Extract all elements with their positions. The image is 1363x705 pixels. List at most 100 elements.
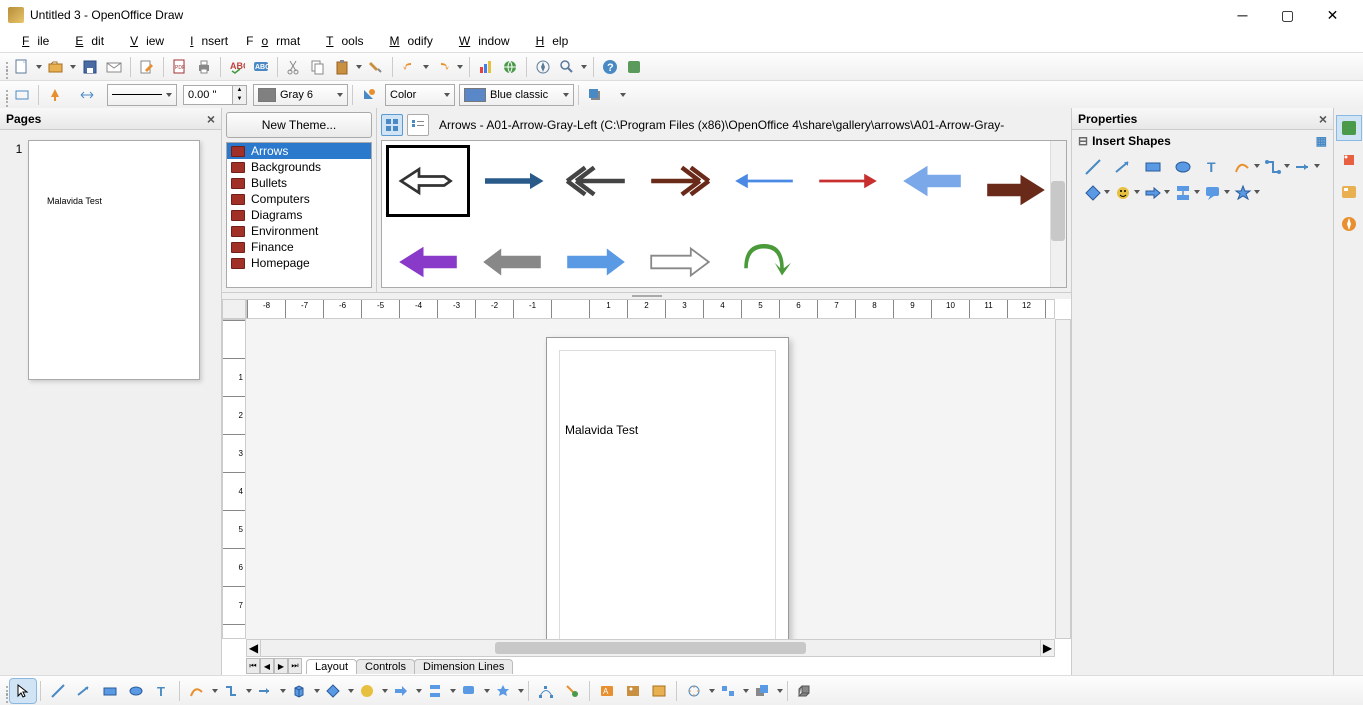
- gallery-item[interactable]: [890, 145, 974, 217]
- 3d-objects-tool[interactable]: [286, 679, 312, 703]
- layer-tab[interactable]: Layout: [306, 659, 357, 674]
- block-arrows-tool[interactable]: [1138, 180, 1168, 206]
- canvas-page[interactable]: Malavida Test: [546, 337, 789, 639]
- help-button[interactable]: ?: [598, 55, 622, 79]
- gallery-item[interactable]: [386, 145, 470, 217]
- align-tool[interactable]: [715, 679, 741, 703]
- chart-button[interactable]: [474, 55, 498, 79]
- theme-item[interactable]: Computers: [227, 191, 371, 207]
- tab-first[interactable]: ⏮: [246, 658, 260, 674]
- arrow-style-button[interactable]: [43, 83, 67, 107]
- theme-item[interactable]: Bullets: [227, 175, 371, 191]
- flowchart-tool[interactable]: [422, 679, 448, 703]
- line-color-select[interactable]: Gray 6: [253, 84, 348, 106]
- effects-tool[interactable]: [681, 679, 707, 703]
- gallery-item[interactable]: [638, 217, 722, 288]
- stars-tool[interactable]: [1228, 180, 1258, 206]
- fill-color-select[interactable]: Blue classic: [459, 84, 574, 106]
- gallery-item[interactable]: [974, 145, 1058, 217]
- insert-shapes-header[interactable]: ⊟ Insert Shapes ▦: [1072, 130, 1333, 152]
- text-tool[interactable]: T: [1198, 154, 1228, 180]
- vertical-scrollbar[interactable]: [1055, 319, 1071, 639]
- gallery-item[interactable]: [470, 145, 554, 217]
- horizontal-scrollbar[interactable]: ◀ ▶: [246, 639, 1055, 657]
- menu-insert[interactable]: Insert: [174, 32, 236, 50]
- line-ends-button[interactable]: [75, 83, 99, 107]
- theme-item[interactable]: Environment: [227, 223, 371, 239]
- fill-type-select[interactable]: Color: [385, 84, 455, 106]
- theme-item[interactable]: Arrows: [227, 143, 371, 159]
- tab-next[interactable]: ▶: [274, 658, 288, 674]
- edit-file-button[interactable]: [135, 55, 159, 79]
- sidebar-compass-icon[interactable]: [1337, 212, 1361, 236]
- auto-spellcheck-button[interactable]: ABC: [249, 55, 273, 79]
- whats-this-button[interactable]: [622, 55, 646, 79]
- undo-button[interactable]: [397, 55, 421, 79]
- rectangle-tool[interactable]: [97, 679, 123, 703]
- new-theme-button[interactable]: New Theme...: [226, 112, 372, 138]
- gallery-item[interactable]: [722, 217, 806, 288]
- gallery-item[interactable]: [554, 145, 638, 217]
- rectangle-tool[interactable]: [1138, 154, 1168, 180]
- gallery-item[interactable]: [722, 145, 806, 217]
- gallery-grid[interactable]: [381, 140, 1067, 288]
- toolbar-overflow[interactable]: [611, 83, 635, 107]
- menu-format[interactable]: Format: [238, 32, 308, 50]
- extrusion-tool[interactable]: [792, 679, 818, 703]
- lines-arrows-tool[interactable]: [252, 679, 278, 703]
- connector-tool[interactable]: [1258, 154, 1288, 180]
- theme-list[interactable]: ArrowsBackgroundsBulletsComputersDiagram…: [226, 142, 372, 288]
- icon-view-button[interactable]: [381, 114, 403, 136]
- basic-shapes-tool[interactable]: [1078, 180, 1108, 206]
- print-button[interactable]: [192, 55, 216, 79]
- canvas-text[interactable]: Malavida Test: [565, 423, 638, 437]
- flowchart-tool[interactable]: [1168, 180, 1198, 206]
- block-arrows-tool[interactable]: [388, 679, 414, 703]
- ellipse-tool[interactable]: [1168, 154, 1198, 180]
- gallery-item[interactable]: [806, 145, 890, 217]
- copy-button[interactable]: [306, 55, 330, 79]
- pages-panel-close[interactable]: ×: [207, 111, 215, 127]
- open-button[interactable]: [44, 55, 68, 79]
- zoom-button[interactable]: [555, 55, 579, 79]
- theme-item[interactable]: Diagrams: [227, 207, 371, 223]
- from-file-tool[interactable]: [620, 679, 646, 703]
- email-button[interactable]: [102, 55, 126, 79]
- menu-tools[interactable]: Tools: [310, 32, 371, 50]
- menu-modify[interactable]: Modify: [374, 32, 441, 50]
- gallery-item[interactable]: [470, 217, 554, 288]
- cut-button[interactable]: [282, 55, 306, 79]
- select-tool[interactable]: [10, 679, 36, 703]
- text-tool[interactable]: T: [149, 679, 175, 703]
- save-button[interactable]: [78, 55, 102, 79]
- area-style-button[interactable]: [357, 83, 381, 107]
- gallery-item[interactable]: [554, 217, 638, 288]
- line-style-button[interactable]: [10, 83, 34, 107]
- menu-view[interactable]: View: [114, 32, 172, 50]
- symbol-shapes-tool[interactable]: [354, 679, 380, 703]
- paste-button[interactable]: [330, 55, 354, 79]
- maximize-button[interactable]: ▢: [1265, 0, 1310, 30]
- symbol-shapes-tool[interactable]: [1108, 180, 1138, 206]
- canvas-viewport[interactable]: Malavida Test: [246, 319, 1055, 639]
- layer-tab[interactable]: Dimension Lines: [414, 659, 513, 674]
- ellipse-tool[interactable]: [123, 679, 149, 703]
- line-arrow-tool[interactable]: [1108, 154, 1138, 180]
- vertical-ruler[interactable]: 12345678910: [222, 319, 246, 639]
- detail-view-button[interactable]: [407, 114, 429, 136]
- gallery-scrollbar[interactable]: [1050, 141, 1066, 287]
- line-arrow-tool[interactable]: [71, 679, 97, 703]
- menu-edit[interactable]: Edit: [59, 32, 112, 50]
- menu-window[interactable]: Window: [443, 32, 518, 50]
- line-tool[interactable]: [1078, 154, 1108, 180]
- connector-tool[interactable]: [218, 679, 244, 703]
- menu-help[interactable]: Help: [520, 32, 577, 50]
- lines-arrows-tool[interactable]: [1288, 154, 1318, 180]
- redo-button[interactable]: [431, 55, 455, 79]
- gallery-item[interactable]: [638, 145, 722, 217]
- sidebar-gallery-icon[interactable]: [1337, 148, 1361, 172]
- callouts-tool[interactable]: [1198, 180, 1228, 206]
- menu-file[interactable]: File: [6, 32, 57, 50]
- page-thumbnail[interactable]: 1 Malavida Test: [0, 130, 221, 390]
- navigator-button[interactable]: [531, 55, 555, 79]
